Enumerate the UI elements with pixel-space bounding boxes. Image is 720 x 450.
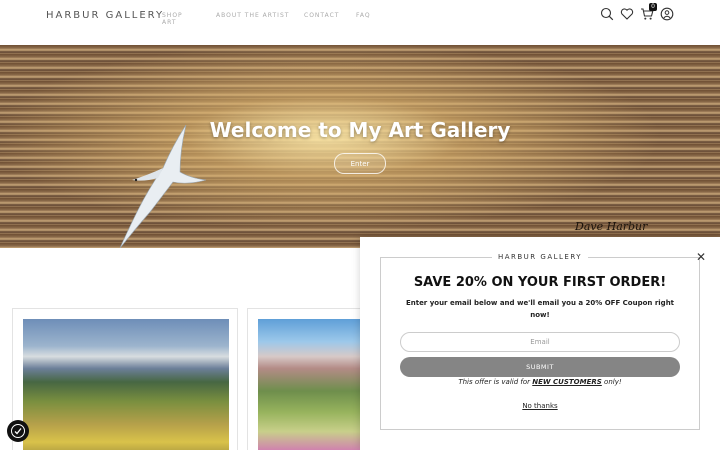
offer-note: This offer is valid for NEW CUSTOMERS on… <box>360 378 720 386</box>
popup-headline: SAVE 20% ON YOUR FIRST ORDER! <box>413 275 667 290</box>
offer-prefix: This offer is valid for <box>458 378 533 386</box>
nav-faq[interactable]: FAQ <box>356 12 371 19</box>
artist-signature: Dave Harbur <box>575 220 648 233</box>
submit-button[interactable]: SUBMIT <box>400 357 680 377</box>
accessibility-icon <box>11 424 25 438</box>
popup-brand: HARBUR GALLERY <box>360 253 720 261</box>
hero-banner: Welcome to My Art Gallery Enter Dave Har… <box>0 45 720 248</box>
gallery-card[interactable] <box>12 308 238 450</box>
artwork-mountain-meadow[interactable] <box>23 319 229 450</box>
signup-popup: ✕ HARBUR GALLERY SAVE 20% ON YOUR FIRST … <box>360 237 720 450</box>
account-icon[interactable] <box>660 7 674 21</box>
no-thanks-link[interactable]: No thanks <box>360 402 720 410</box>
nav-shop-art[interactable]: SHOP ART <box>162 12 183 26</box>
offer-suffix: only! <box>601 378 622 386</box>
nav-about-the-artist[interactable]: ABOUT THE ARTIST <box>216 12 296 19</box>
popup-brand-text: HARBUR GALLERY <box>491 253 589 261</box>
email-field[interactable] <box>400 332 680 352</box>
site-brand[interactable]: HARBUR GALLERY <box>46 10 164 21</box>
header-icons: 0 <box>600 3 674 21</box>
heart-icon[interactable] <box>620 7 634 21</box>
search-icon[interactable] <box>600 7 614 21</box>
enter-button[interactable]: Enter <box>334 153 386 174</box>
nav-contact[interactable]: CONTACT <box>304 12 339 19</box>
cart-count-badge: 0 <box>649 3 657 11</box>
popup-subtext: Enter your email below and we'll email y… <box>405 299 675 319</box>
accessibility-button[interactable] <box>7 420 29 442</box>
site-header: HARBUR GALLERY SHOP ART ABOUT THE ARTIST… <box>0 0 720 45</box>
offer-highlight: NEW CUSTOMERS <box>532 378 602 386</box>
cart-icon[interactable]: 0 <box>640 3 657 21</box>
hero-title: Welcome to My Art Gallery <box>209 118 511 142</box>
